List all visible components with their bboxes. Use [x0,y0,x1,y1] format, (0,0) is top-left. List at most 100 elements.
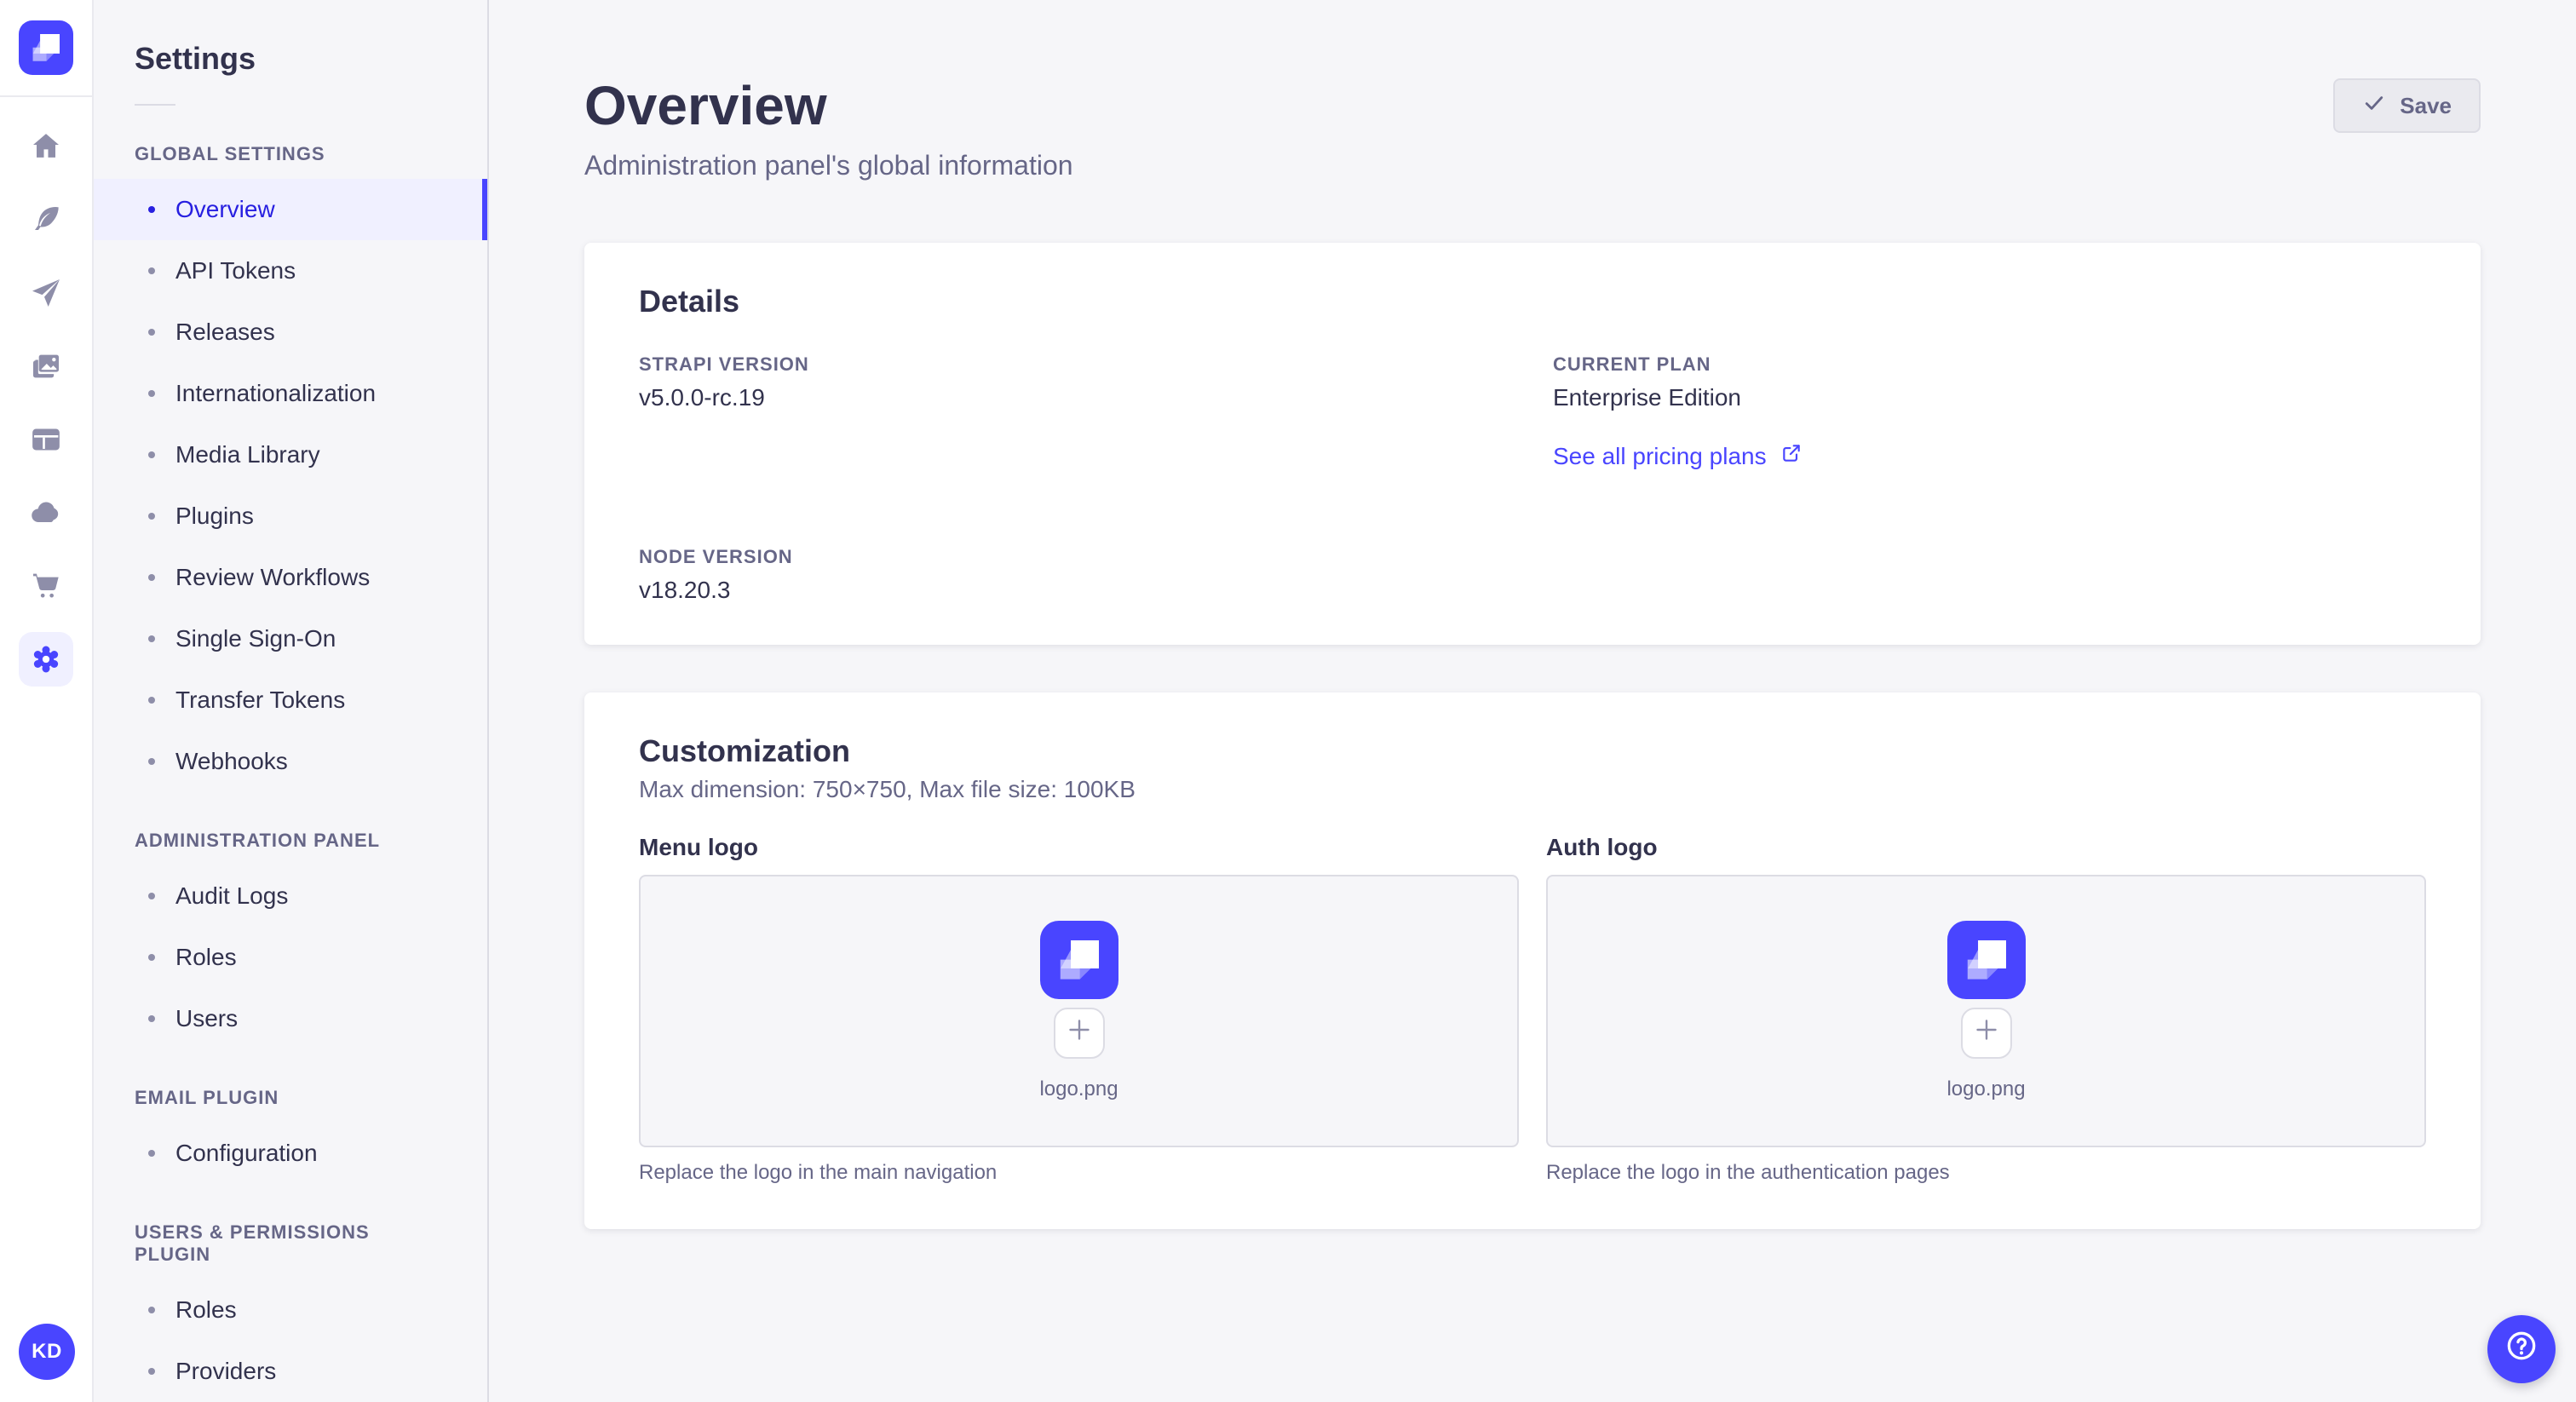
deploy-icon[interactable] [19,266,73,320]
details-card-title: Details [639,284,740,319]
bullet-icon [148,1368,155,1375]
customization-card-title: Customization [639,733,850,768]
details-grid-spacer [1553,546,2426,604]
home-icon[interactable] [19,119,73,174]
sidebar-item-review-workflows[interactable]: Review Workflows [94,547,487,608]
bullet-icon [148,1150,155,1157]
bullet-icon [148,206,155,213]
auth-logo-hint: Replace the logo in the authentication p… [1546,1160,1950,1184]
sidebar-item-transfer-tokens[interactable]: Transfer Tokens [94,669,487,731]
sidebar-item-roles[interactable]: Roles [94,927,487,988]
auth-logo-upload-zone[interactable]: logo.png [1546,874,2426,1147]
save-button[interactable]: Save [2333,78,2481,133]
sidebar-item-roles[interactable]: Roles [94,1279,487,1341]
sidebar-item-label: Roles [175,1296,237,1323]
strapi-admin-window: KD Settings GLOBAL SETTINGS Overview API T… [0,0,2576,1402]
bullet-icon [148,635,155,642]
sidebar-item-configuration[interactable]: Configuration [94,1123,487,1184]
pricing-plans-link[interactable]: See all pricing plans [1553,442,1803,470]
rail-divider [0,95,93,97]
plus-icon [1971,1014,2002,1051]
sidebar-item-label: Single Sign-On [175,625,336,652]
sidebar-item-providers[interactable]: Providers [94,1341,487,1402]
menu-logo-filename: logo.png [1039,1077,1118,1100]
customization-card-subtitle: Max dimension: 750×750, Max file size: 1… [639,775,1136,802]
sidebar-item-label: Roles [175,944,237,970]
logo-grid: Menu logo logo.png Replace the logo in t… [639,834,2426,1185]
sidebar-item-label: Media Library [175,441,320,468]
settings-icon[interactable] [19,632,73,687]
details-grid: STRAPI VERSION v5.0.0-rc.19 CURRENT PLAN… [639,353,2426,604]
nav-list: Overview API Tokens Releases Internationali… [94,179,487,792]
auth-logo-field: Auth logo logo.png Replace the logo in t… [1546,834,2426,1185]
bullet-icon [148,954,155,961]
auth-logo-add-button[interactable] [1960,1007,2012,1059]
marketplace-icon[interactable] [19,559,73,613]
customization-card: Customization Max dimension: 750×750, Ma… [584,692,2481,1229]
menu-logo-field: Menu logo logo.png Replace the logo in t… [639,834,1519,1185]
sidebar-item-overview[interactable]: Overview [94,179,487,240]
bullet-icon [148,758,155,765]
plus-icon [1064,1014,1095,1051]
sidebar-item-label: Webhooks [175,748,288,774]
bullet-icon [148,893,155,899]
sidebar-item-single-sign-on[interactable]: Single Sign-On [94,608,487,669]
sidebar-item-audit-logs[interactable]: Audit Logs [94,865,487,927]
menu-logo-upload-zone[interactable]: logo.png [639,874,1519,1147]
nav-list: Roles Providers [94,1279,487,1402]
bullet-icon [148,267,155,274]
settings-subnav: Settings GLOBAL SETTINGS Overview API Toke… [94,0,489,1402]
details-card: Details STRAPI VERSION v5.0.0-rc.19 CURR… [584,243,2481,645]
current-plan-field: CURRENT PLAN Enterprise Edition See all … [1553,353,2426,471]
menu-logo-add-button[interactable] [1053,1007,1105,1059]
sidebar-item-label: Releases [175,319,275,345]
app-shell: KD Settings GLOBAL SETTINGS Overview API T… [0,0,2576,1402]
bullet-icon [148,513,155,520]
sidebar-item-webhooks[interactable]: Webhooks [94,731,487,792]
strapi-version-label: STRAPI VERSION [639,353,809,375]
sidebar-item-label: Review Workflows [175,564,371,590]
current-plan-value: Enterprise Edition [1553,384,1742,411]
media-library-icon[interactable] [19,339,73,394]
sidebar-item-internationalization[interactable]: Internationalization [94,363,487,424]
current-plan-label: CURRENT PLAN [1553,353,1711,375]
subnav-sections: GLOBAL SETTINGS Overview API Tokens Release… [94,143,487,1402]
check-icon [2362,91,2386,121]
page-title: Overview [584,75,827,136]
nav-section-label: USERS & PERMISSIONS PLUGIN [135,1221,370,1265]
auth-logo-label: Auth logo [1546,833,1658,860]
save-button-label: Save [2400,92,2452,118]
sidebar-item-users[interactable]: Users [94,988,487,1049]
cloud-icon[interactable] [19,486,73,540]
page-header: Overview Administration panel's global i… [489,0,2576,181]
sidebar-item-api-tokens[interactable]: API Tokens [94,240,487,302]
sidebar-item-label: Configuration [175,1140,318,1166]
external-link-icon [1780,442,1803,470]
sidebar-item-label: Overview [175,196,275,222]
sidebar-item-releases[interactable]: Releases [94,302,487,363]
page-header-text: Overview Administration panel's global i… [584,72,1073,181]
content-manager-icon[interactable] [19,412,73,467]
strapi-version-value: v5.0.0-rc.19 [639,384,765,411]
subnav-title: Settings [135,41,256,76]
strapi-logo[interactable] [19,20,73,75]
sidebar-item-label: Providers [175,1358,277,1384]
bullet-icon [148,329,155,336]
bullet-icon [148,1307,155,1313]
sidebar-item-label: Plugins [175,503,254,529]
help-button[interactable] [2487,1315,2556,1383]
sidebar-item-label: Users [175,1005,239,1031]
user-avatar[interactable]: KD [19,1324,75,1380]
question-icon [2503,1327,2540,1371]
pricing-link-label: See all pricing plans [1553,442,1767,469]
nav-list: Audit Logs Roles Users [94,865,487,1049]
content-type-builder-icon[interactable] [19,192,73,247]
bullet-icon [148,390,155,397]
bullet-icon [148,574,155,581]
sidebar-item-plugins[interactable]: Plugins [94,486,487,547]
sidebar-item-media-library[interactable]: Media Library [94,424,487,486]
sidebar-item-label: Internationalization [175,380,377,406]
bullet-icon [148,1015,155,1022]
page-subtitle: Administration panel's global informatio… [584,150,1073,181]
bullet-icon [148,697,155,704]
